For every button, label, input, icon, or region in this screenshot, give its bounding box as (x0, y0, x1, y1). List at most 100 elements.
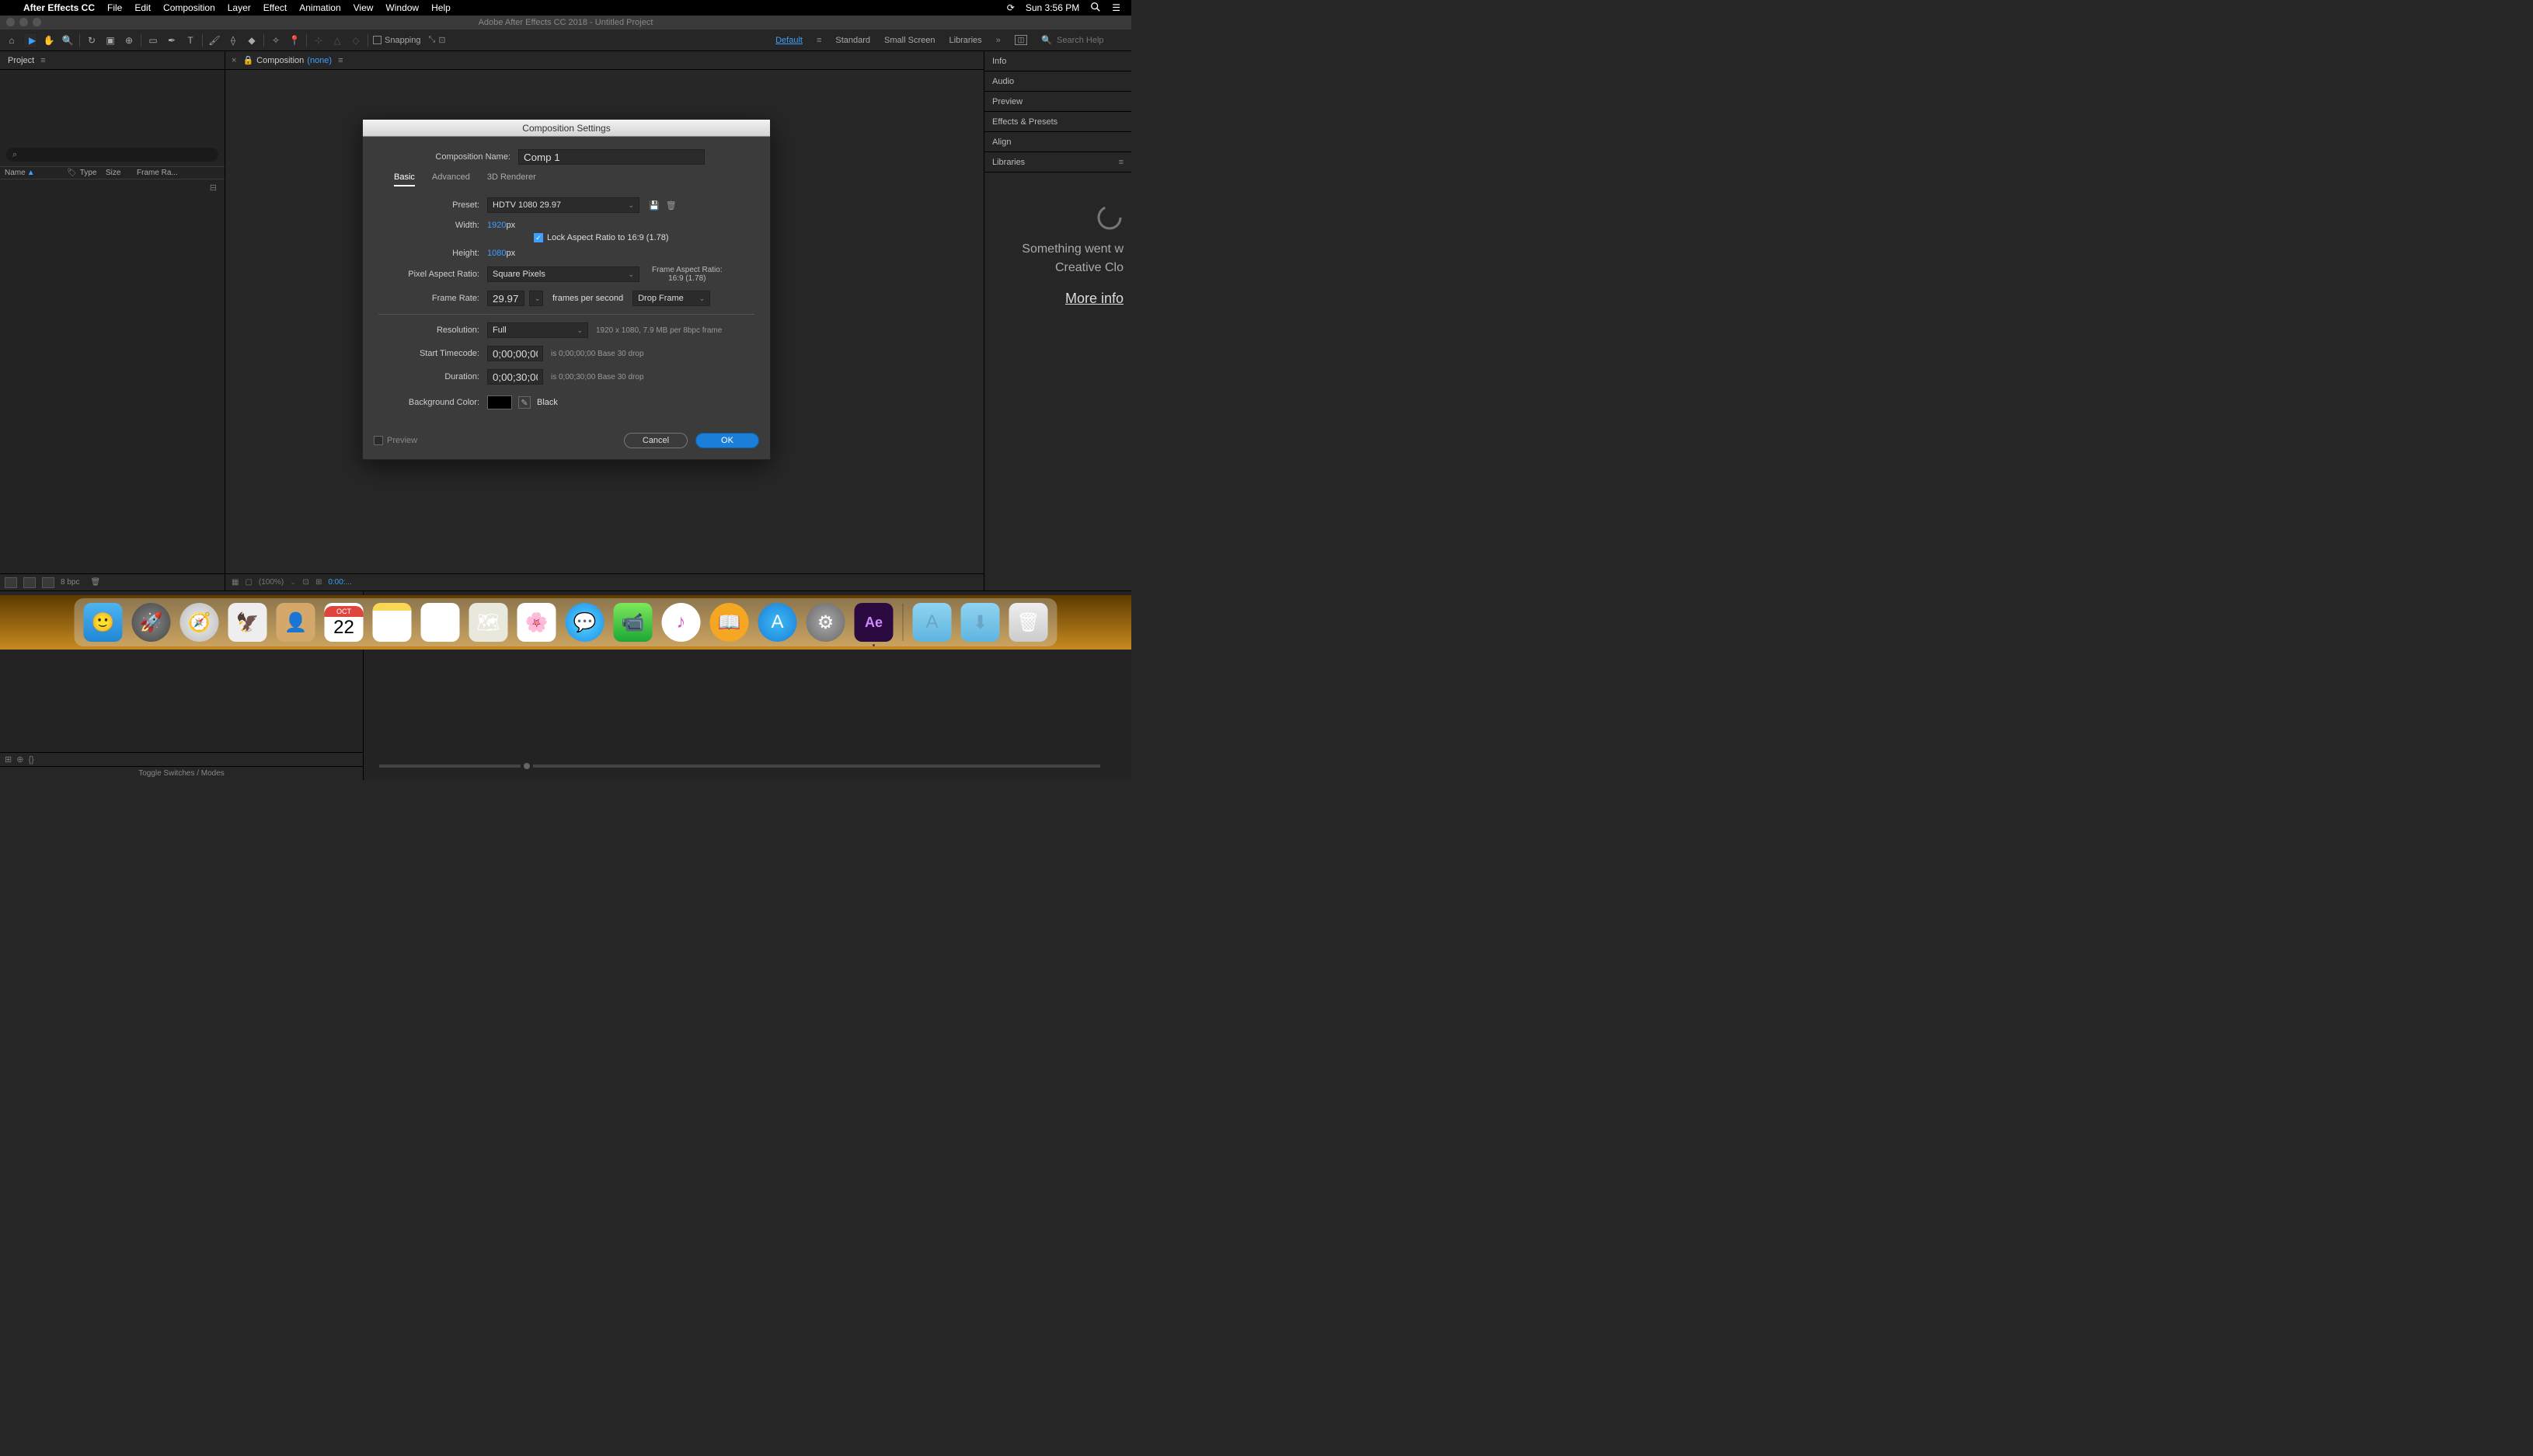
facetime-icon[interactable]: 📹 (614, 603, 653, 642)
lock-icon[interactable]: 🔒 (242, 55, 253, 65)
tab-advanced[interactable]: Advanced (432, 172, 470, 186)
save-preset-icon[interactable]: 💾 (649, 200, 660, 211)
flowchart-icon[interactable]: ⊟ (0, 179, 225, 196)
more-info-link[interactable]: More info (992, 291, 1124, 307)
close-tab-icon[interactable]: × (232, 56, 236, 65)
preview-checkbox[interactable] (374, 436, 383, 445)
menu-edit[interactable]: Edit (134, 2, 151, 13)
cc-status-icon[interactable]: ⟳ (1007, 2, 1015, 13)
zoom-tool-icon[interactable]: 🔍 (61, 33, 75, 47)
pen-tool-icon[interactable]: ✒ (165, 33, 179, 47)
safari-icon[interactable]: 🧭 (180, 603, 219, 642)
par-dropdown[interactable]: Square Pixels⌄ (487, 266, 639, 282)
selection-tool-icon[interactable]: ▶ (23, 33, 37, 48)
res-icon[interactable]: ⊡ (303, 578, 309, 587)
tl-foot-icon3[interactable]: {} (28, 755, 33, 765)
menu-view[interactable]: View (354, 2, 374, 13)
contacts-icon[interactable]: 👤 (277, 603, 315, 642)
cancel-button[interactable]: Cancel (624, 433, 688, 448)
roto-tool-icon[interactable]: ✧ (269, 33, 283, 47)
audio-panel[interactable]: Audio (984, 71, 1131, 92)
finder-icon[interactable]: 🙂 (84, 603, 123, 642)
snap-opt1-icon[interactable]: ⤡ (429, 35, 436, 45)
maps-icon[interactable]: 🗺 (469, 603, 508, 642)
itunes-icon[interactable]: ♪ (662, 603, 701, 642)
puppet-tool-icon[interactable]: 📍 (287, 33, 301, 47)
channel-icon[interactable]: ⊞ (315, 578, 322, 587)
render-icon[interactable]: ▢ (245, 578, 252, 587)
menu-list-icon[interactable]: ☰ (1112, 2, 1120, 13)
interpret-footage-icon[interactable] (5, 577, 17, 588)
home-icon[interactable]: ⌂ (5, 33, 19, 47)
preset-dropdown[interactable]: HDTV 1080 29.97⌄ (487, 197, 639, 213)
new-comp-icon[interactable] (42, 577, 54, 588)
dropframe-dropdown[interactable]: Drop Frame⌄ (632, 291, 710, 306)
notes-icon[interactable] (373, 603, 412, 642)
workspace-menu-icon[interactable]: ≡ (817, 36, 821, 45)
align-panel[interactable]: Align (984, 132, 1131, 152)
project-columns[interactable]: Name▲ 🏷Type Size Frame Ra... (0, 166, 225, 179)
menu-file[interactable]: File (107, 2, 122, 13)
type-tool-icon[interactable]: T (183, 33, 197, 47)
pan-behind-tool-icon[interactable]: ⊕ (122, 33, 136, 47)
clone-tool-icon[interactable]: ⟠ (226, 33, 240, 47)
preview-app-icon[interactable]: 🦅 (228, 603, 267, 642)
comp-name-input[interactable] (518, 149, 705, 165)
view-axis-icon[interactable]: ◇ (349, 33, 363, 47)
workspace-standard[interactable]: Standard (835, 36, 870, 45)
delete-icon[interactable]: 🗑 (90, 578, 100, 587)
col-framerate[interactable]: Frame Ra... (137, 169, 220, 177)
toggle-switches[interactable]: Toggle Switches / Modes (0, 766, 363, 780)
col-size[interactable]: Size (106, 169, 137, 177)
appstore-icon[interactable]: A (758, 603, 797, 642)
menu-layer[interactable]: Layer (228, 2, 251, 13)
bit-depth[interactable]: 8 bpc (61, 578, 79, 587)
menu-effect[interactable]: Effect (263, 2, 287, 13)
new-folder-icon[interactable] (23, 577, 36, 588)
local-axis-icon[interactable]: ⊹ (312, 33, 326, 47)
menu-help[interactable]: Help (431, 2, 451, 13)
brush-tool-icon[interactable]: 🖌 (207, 33, 221, 47)
tl-foot-icon1[interactable]: ⊞ (5, 754, 12, 765)
reminders-icon[interactable]: ☰ (421, 603, 460, 642)
tab-basic[interactable]: Basic (394, 172, 415, 186)
composition-viewer-tab[interactable]: × 🔒 Composition (none) ≡ (225, 51, 984, 70)
timecode-input[interactable] (487, 346, 543, 361)
sync-settings-icon[interactable]: ◫ (1015, 35, 1028, 45)
framerate-input[interactable] (487, 291, 524, 306)
timeline-layers[interactable] (0, 647, 363, 752)
resolution-dropdown[interactable]: Full⌄ (487, 322, 588, 338)
width-value[interactable]: 1920 (487, 221, 506, 230)
bgcolor-swatch[interactable] (487, 395, 512, 409)
col-name[interactable]: Name▲ (5, 169, 67, 177)
search-help-input[interactable] (1057, 36, 1127, 45)
camera-tool-icon[interactable]: ▣ (103, 33, 117, 47)
panel-menu-icon[interactable]: ≡ (338, 56, 343, 65)
photos-icon[interactable]: 🌸 (517, 603, 556, 642)
spotlight-icon[interactable] (1090, 2, 1101, 15)
zoom-level[interactable]: (100%) (259, 578, 284, 587)
workspace-small[interactable]: Small Screen (884, 36, 935, 45)
alpha-icon[interactable]: ▦ (232, 578, 239, 587)
project-panel-tab[interactable]: Project ≡ (0, 51, 225, 70)
libraries-panel[interactable]: Libraries≡ (984, 152, 1131, 172)
current-time[interactable]: 0:00:... (328, 578, 352, 587)
clock[interactable]: Sun 3:56 PM (1026, 2, 1079, 13)
preview-panel[interactable]: Preview (984, 92, 1131, 112)
hand-tool-icon[interactable]: ✋ (42, 33, 56, 47)
tl-foot-icon2[interactable]: ⊕ (16, 754, 23, 765)
ok-button[interactable]: OK (695, 433, 759, 448)
applications-folder-icon[interactable]: A (913, 603, 952, 642)
app-menu[interactable]: After Effects CC (23, 2, 95, 13)
messages-icon[interactable]: 💬 (566, 603, 605, 642)
system-prefs-icon[interactable]: ⚙ (807, 603, 845, 642)
eyedropper-icon[interactable]: ✎ (518, 396, 531, 409)
menu-animation[interactable]: Animation (299, 2, 340, 13)
traffic-lights[interactable] (6, 18, 41, 26)
after-effects-icon[interactable]: Ae (855, 603, 894, 642)
workspace-libraries[interactable]: Libraries (949, 36, 981, 45)
panel-menu-icon[interactable]: ≡ (1119, 158, 1124, 167)
rectangle-tool-icon[interactable]: ▭ (146, 33, 160, 47)
world-axis-icon[interactable]: △ (330, 33, 344, 47)
orbit-tool-icon[interactable]: ↻ (85, 33, 99, 47)
